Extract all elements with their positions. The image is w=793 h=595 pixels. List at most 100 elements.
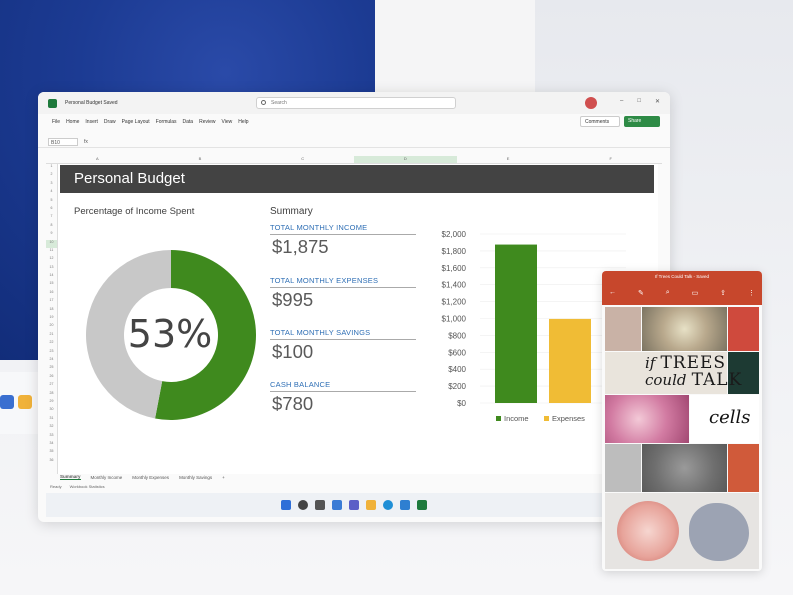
row-header[interactable]: 9	[46, 231, 57, 239]
avatar[interactable]	[585, 97, 597, 109]
comments-button[interactable]: Comments	[580, 116, 620, 127]
store-icon[interactable]	[400, 500, 410, 510]
bar-income[interactable]	[495, 244, 537, 403]
menu-page-layout[interactable]: Page Layout	[122, 119, 150, 125]
share-button[interactable]: Share	[624, 116, 660, 127]
row-header[interactable]: 19	[46, 315, 57, 323]
close-button[interactable]: ✕	[655, 98, 660, 105]
menu-help[interactable]: Help	[238, 119, 248, 125]
menu-view[interactable]: View	[222, 119, 233, 125]
fx-icon[interactable]: fx	[84, 139, 88, 145]
sheet-header: Personal Budget	[60, 165, 654, 193]
row-header[interactable]: 2	[46, 172, 57, 180]
menu-review[interactable]: Review	[199, 119, 215, 125]
minimize-button[interactable]: –	[620, 98, 623, 105]
row-header[interactable]: 36	[46, 458, 57, 466]
row-header[interactable]: 11	[46, 248, 57, 256]
workbook-statistics[interactable]: Workbook Statistics	[70, 484, 105, 493]
row-header[interactable]: 6	[46, 206, 57, 214]
back-icon[interactable]: ←	[609, 289, 616, 297]
menu-data[interactable]: Data	[183, 119, 194, 125]
row-header[interactable]: 30	[46, 407, 57, 415]
row-header[interactable]: 25	[46, 365, 57, 373]
column-header[interactable]: C	[251, 156, 354, 163]
menu-formulas[interactable]: Formulas	[156, 119, 177, 125]
search-icon[interactable]: ⌕	[666, 289, 670, 297]
column-header[interactable]: F	[559, 156, 662, 163]
row-header[interactable]: 3	[46, 181, 57, 189]
widgets-icon[interactable]	[332, 500, 342, 510]
add-sheet-button[interactable]: +	[222, 475, 225, 480]
row-header[interactable]: 20	[46, 323, 57, 331]
y-tick-label: $800	[448, 331, 466, 340]
row-header[interactable]: 22	[46, 340, 57, 348]
row-header[interactable]: 28	[46, 391, 57, 399]
folder-icon[interactable]	[366, 500, 376, 510]
tab-monthly-savings[interactable]: Monthly Savings	[179, 475, 212, 480]
row-header[interactable]: 34	[46, 441, 57, 449]
column-header[interactable]: A	[46, 156, 149, 163]
row-header[interactable]: 1	[46, 164, 57, 172]
row-header[interactable]: 16	[46, 290, 57, 298]
menu-insert[interactable]: Insert	[85, 119, 98, 125]
row-header[interactable]: 27	[46, 382, 57, 390]
menu-draw[interactable]: Draw	[104, 119, 116, 125]
row-header[interactable]: 5	[46, 198, 57, 206]
row-header[interactable]: 8	[46, 223, 57, 231]
y-tick-label: $1,400	[442, 281, 467, 290]
row-header[interactable]: 17	[46, 298, 57, 306]
task-view-icon[interactable]	[315, 500, 325, 510]
teams-icon[interactable]	[349, 500, 359, 510]
maximize-button[interactable]: □	[637, 98, 641, 105]
legend-label: Expenses	[552, 414, 585, 423]
pen-icon[interactable]: ✎	[638, 289, 644, 297]
summary-value: $995	[272, 289, 314, 310]
tab-summary[interactable]: Summary	[60, 474, 81, 480]
row-header[interactable]: 32	[46, 424, 57, 432]
name-box[interactable]: B10	[48, 137, 78, 146]
row-header[interactable]: 31	[46, 416, 57, 424]
row-header[interactable]: 23	[46, 349, 57, 357]
row-header[interactable]: 29	[46, 399, 57, 407]
row-header[interactable]: 24	[46, 357, 57, 365]
share-icon[interactable]: ⇪	[720, 289, 726, 297]
spreadsheet[interactable]: Personal Budget Percentage of Income Spe…	[58, 164, 658, 474]
menu-file[interactable]: File	[52, 119, 60, 125]
title-word: if	[645, 354, 656, 372]
folder-icon[interactable]	[18, 395, 32, 409]
column-header[interactable]: E	[457, 156, 560, 163]
excel-window: Personal Budget Saved Search – □ ✕ File …	[38, 92, 670, 522]
row-header[interactable]: 18	[46, 307, 57, 315]
start-icon[interactable]	[281, 500, 291, 510]
row-header[interactable]: 33	[46, 433, 57, 441]
row-header[interactable]: 13	[46, 265, 57, 273]
edge-icon[interactable]	[383, 500, 393, 510]
tab-monthly-income[interactable]: Monthly Income	[91, 475, 123, 480]
y-tick-label: $2,000	[442, 230, 467, 239]
row-header[interactable]: 4	[46, 189, 57, 197]
tab-monthly-expenses[interactable]: Monthly Expenses	[132, 475, 169, 480]
menu-home[interactable]: Home	[66, 119, 79, 125]
column-header[interactable]: D	[354, 156, 457, 163]
search-icon[interactable]	[298, 500, 308, 510]
more-icon[interactable]: ⋮	[748, 289, 755, 297]
column-header[interactable]: B	[149, 156, 252, 163]
app-icon[interactable]	[0, 395, 14, 409]
search-box[interactable]: Search	[256, 97, 456, 109]
row-header[interactable]: 35	[46, 449, 57, 457]
row-header[interactable]: 21	[46, 332, 57, 340]
row-header[interactable]: 12	[46, 256, 57, 264]
summary-label: TOTAL MONTHLY SAVINGS	[270, 328, 371, 337]
present-icon[interactable]: ▭	[692, 289, 699, 297]
row-header[interactable]: 14	[46, 273, 57, 281]
y-tick-label: $1,000	[442, 315, 467, 324]
row-header[interactable]: 7	[46, 214, 57, 222]
excel-taskbar-icon[interactable]	[417, 500, 427, 510]
divider	[270, 391, 416, 392]
row-header[interactable]: 26	[46, 374, 57, 382]
divider	[270, 339, 416, 340]
bar-expenses[interactable]	[549, 318, 591, 403]
row-header[interactable]: 15	[46, 281, 57, 289]
window-title: Personal Budget Saved	[65, 100, 118, 106]
row-header[interactable]: 10	[46, 239, 57, 248]
